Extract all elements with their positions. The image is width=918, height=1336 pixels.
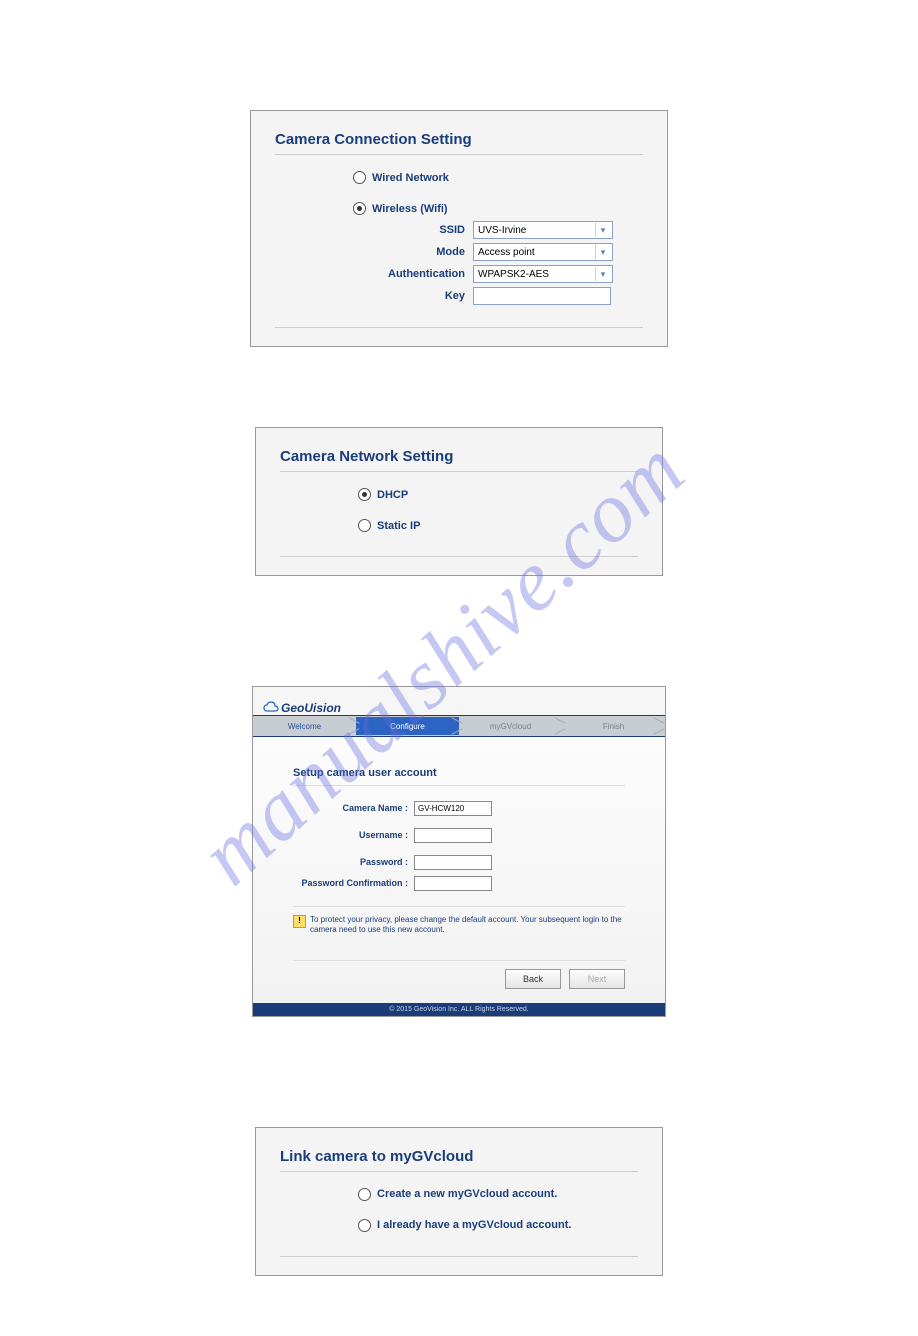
key-label: Key	[275, 290, 465, 302]
password-confirm-label: Password Confirmation :	[293, 879, 408, 889]
panel-title: Camera Connection Setting	[275, 131, 643, 155]
create-account-option[interactable]: Create a new myGVcloud account.	[358, 1184, 638, 1205]
radio-icon	[353, 171, 366, 184]
radio-icon	[353, 202, 366, 215]
brand-logo: GeoUision	[263, 701, 341, 715]
option-label: Static IP	[377, 520, 420, 532]
camera-network-panel: Camera Network Setting DHCP Static IP	[255, 427, 663, 576]
warning-icon: !	[293, 915, 306, 928]
brand-text: GeoUision	[281, 701, 341, 715]
key-input[interactable]	[473, 287, 611, 305]
privacy-note: ! To protect your privacy, please change…	[293, 906, 625, 936]
option-label: Wired Network	[372, 172, 449, 184]
divider	[280, 1256, 638, 1257]
camera-connection-panel: Camera Connection Setting Wired Network …	[250, 110, 668, 347]
auth-label: Authentication	[275, 268, 465, 280]
setup-wizard-panel: GeoUision Welcome Configure myGVcloud Fi…	[252, 686, 666, 1017]
static-ip-option[interactable]: Static IP	[358, 515, 638, 536]
next-button[interactable]: Next	[569, 969, 625, 989]
wizard-section-title: Setup camera user account	[293, 767, 625, 786]
password-label: Password :	[293, 858, 408, 868]
note-text: To protect your privacy, please change t…	[310, 915, 625, 936]
step-finish: Finish	[562, 716, 665, 736]
option-label: Wireless (Wifi)	[372, 203, 448, 215]
divider	[280, 556, 638, 557]
step-configure[interactable]: Configure	[356, 716, 459, 736]
ssid-select[interactable]: UVS-Irvine ▾	[473, 221, 613, 239]
option-label: I already have a myGVcloud account.	[377, 1219, 571, 1231]
radio-icon	[358, 1219, 371, 1232]
select-value: WPAPSK2-AES	[478, 269, 549, 280]
password-input[interactable]	[414, 855, 492, 870]
ssid-label: SSID	[275, 224, 465, 236]
have-account-option[interactable]: I already have a myGVcloud account.	[358, 1215, 638, 1236]
mode-label: Mode	[275, 246, 465, 258]
brand-header: GeoUision	[253, 687, 665, 715]
panel-title: Link camera to myGVcloud	[280, 1148, 638, 1172]
divider	[275, 327, 643, 328]
panel-title: Camera Network Setting	[280, 448, 638, 472]
mode-select[interactable]: Access point ▾	[473, 243, 613, 261]
radio-icon	[358, 519, 371, 532]
wizard-buttons: Back Next	[293, 960, 625, 989]
wireless-option[interactable]: Wireless (Wifi)	[353, 198, 643, 219]
password-confirm-input[interactable]	[414, 876, 492, 891]
username-input[interactable]	[414, 828, 492, 843]
chevron-down-icon: ▾	[595, 245, 610, 259]
input-value: GV-HCW120	[418, 804, 464, 813]
option-label: DHCP	[377, 489, 408, 501]
dhcp-option[interactable]: DHCP	[358, 484, 638, 505]
select-value: UVS-Irvine	[478, 225, 526, 236]
step-mygvcloud: myGVcloud	[459, 716, 562, 736]
step-welcome[interactable]: Welcome	[253, 716, 356, 736]
option-label: Create a new myGVcloud account.	[377, 1188, 557, 1200]
radio-icon	[358, 488, 371, 501]
auth-select[interactable]: WPAPSK2-AES ▾	[473, 265, 613, 283]
select-value: Access point	[478, 247, 535, 258]
wired-network-option[interactable]: Wired Network	[353, 167, 643, 188]
camera-name-input[interactable]: GV-HCW120	[414, 801, 492, 816]
username-label: Username :	[293, 831, 408, 841]
camera-name-label: Camera Name :	[293, 804, 408, 814]
link-mygvcloud-panel: Link camera to myGVcloud Create a new my…	[255, 1127, 663, 1276]
chevron-down-icon: ▾	[595, 223, 610, 237]
chevron-down-icon: ▾	[595, 267, 610, 281]
back-button[interactable]: Back	[505, 969, 561, 989]
wizard-stepbar: Welcome Configure myGVcloud Finish	[253, 715, 665, 737]
copyright-footer: © 2015 GeoVision Inc. ALL Rights Reserve…	[253, 1003, 665, 1016]
cloud-icon	[263, 701, 279, 715]
radio-icon	[358, 1188, 371, 1201]
